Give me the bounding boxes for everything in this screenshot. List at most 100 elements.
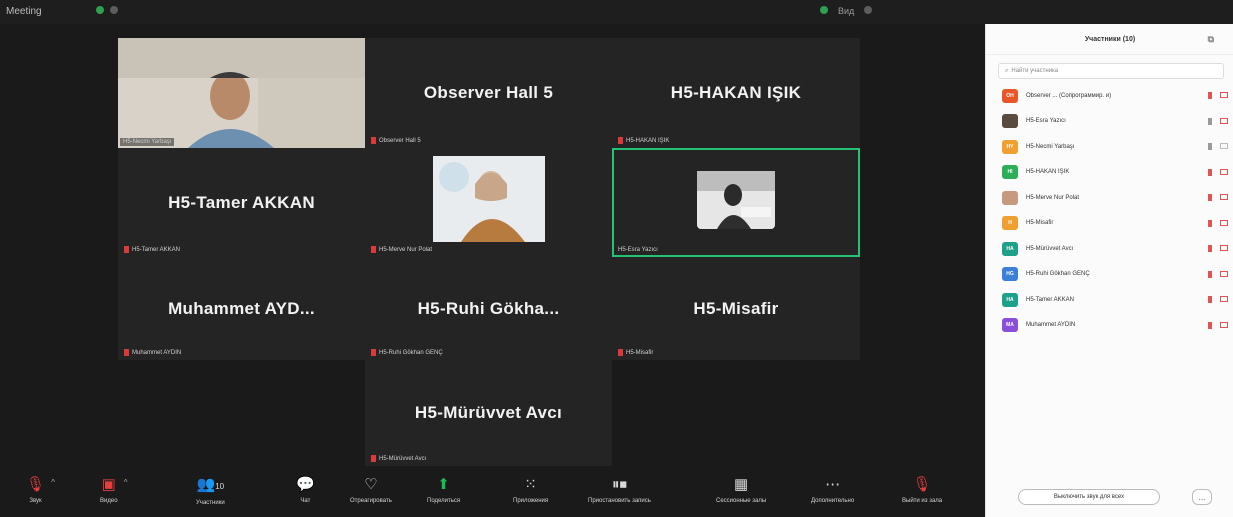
participants-button[interactable]: 👥10 Участники bbox=[196, 476, 225, 506]
chevron-up-icon[interactable]: ^ bbox=[124, 478, 128, 487]
participant-name-tag: Muhammet AYDIN bbox=[124, 349, 181, 356]
video-tile[interactable]: H5-Necmi Yarbaşı bbox=[118, 38, 365, 148]
video-tile[interactable]: H5-Ruhi Gökha... H5-Ruhi Gökhan GENÇ bbox=[365, 257, 612, 360]
muted-mic-icon[interactable] bbox=[1208, 270, 1212, 278]
video-tile[interactable]: H5-Merve Nur Polat bbox=[365, 148, 612, 257]
video-tile[interactable]: Muhammet AYD... Muhammet AYDIN bbox=[118, 257, 365, 360]
avatar: HI bbox=[1002, 165, 1018, 180]
participant-name-tag: H5-Mürüvvet Avcı bbox=[371, 455, 426, 462]
participant-row[interactable]: HA H5-Mürüvvet Avcı bbox=[986, 236, 1233, 262]
mic-icon[interactable] bbox=[1208, 143, 1212, 150]
more-button[interactable]: ⋯ Дополнительно bbox=[811, 476, 854, 504]
titlebar-icons bbox=[96, 6, 118, 14]
video-off-icon[interactable] bbox=[1220, 321, 1228, 328]
search-participants-input[interactable]: ⌕ Найти участника bbox=[998, 63, 1224, 79]
video-off-icon[interactable] bbox=[1220, 296, 1228, 302]
mute-button[interactable]: 🎙 Звук ^ bbox=[26, 476, 55, 504]
muted-mic-icon[interactable] bbox=[1208, 296, 1212, 303]
participant-row[interactable]: MA Muhammet AYDIN bbox=[986, 313, 1233, 339]
avatar: H bbox=[1002, 216, 1018, 231]
pause-stop-icon: ⏸⏹ bbox=[611, 476, 627, 493]
video-off-icon[interactable] bbox=[1220, 270, 1228, 277]
pause-recording-button[interactable]: ⏸⏹ Приостановить запись bbox=[588, 476, 651, 504]
video-tile[interactable]: Observer Hall 5 Observer Hall 5 bbox=[365, 38, 612, 148]
participant-row[interactable]: HG H5-Ruhi Gökhan GENÇ bbox=[986, 262, 1233, 288]
participant-row[interactable]: H5-Merve Nur Polat bbox=[986, 185, 1233, 211]
chat-button[interactable]: 💬 Чат bbox=[296, 476, 315, 504]
participant-name-tag: H5-Merve Nur Polat bbox=[371, 246, 432, 253]
muted-mic-icon bbox=[371, 455, 376, 462]
muted-mic-icon[interactable] bbox=[1208, 92, 1212, 99]
participant-big-name: H5-Misafir bbox=[693, 298, 779, 318]
popout-icon[interactable]: ⧉ bbox=[1208, 34, 1214, 45]
avatar: HG bbox=[1002, 267, 1018, 282]
participant-row[interactable]: HY H5-Necmi Yarbaşı bbox=[986, 134, 1233, 160]
mute-all-button[interactable]: Выключить звук для всех bbox=[1018, 489, 1160, 505]
muted-mic-icon[interactable] bbox=[1208, 219, 1212, 227]
participant-name-tag: H5-Misafir bbox=[618, 349, 653, 356]
video-button[interactable]: ▣ Видео ^ bbox=[100, 476, 128, 504]
participant-row[interactable]: H5-Esra Yazıcı bbox=[986, 109, 1233, 135]
participant-big-name: H5-Mürüvvet Avcı bbox=[414, 403, 563, 422]
avatar: HA bbox=[1002, 292, 1018, 307]
muted-microphone-icon: 🎙 bbox=[26, 476, 46, 493]
muted-mic-icon[interactable] bbox=[1208, 194, 1212, 201]
participant-video bbox=[697, 171, 775, 229]
participant-name-tag: H5-HAKAN IŞIK bbox=[618, 137, 669, 144]
view-menu[interactable]: Вид bbox=[838, 6, 854, 16]
video-tile-active-speaker[interactable]: H5-Esra Yazıcı bbox=[612, 148, 860, 257]
fullscreen-icon[interactable] bbox=[864, 6, 873, 14]
muted-mic-icon bbox=[124, 246, 129, 253]
more-icon: ⋯ bbox=[825, 476, 841, 493]
avatar bbox=[1002, 114, 1018, 129]
video-off-icon[interactable] bbox=[1220, 194, 1228, 200]
video-tile[interactable]: H5-HAKAN IŞIK H5-HAKAN IŞIK bbox=[612, 38, 860, 148]
muted-mic-icon[interactable] bbox=[1208, 321, 1212, 329]
video-off-icon[interactable] bbox=[1220, 92, 1228, 98]
react-button[interactable]: ♡ Отреагировать bbox=[350, 476, 392, 504]
muted-mic-icon bbox=[124, 349, 129, 356]
window-title: Meeting bbox=[6, 6, 42, 17]
muted-mic-icon bbox=[618, 137, 623, 144]
chevron-up-icon[interactable]: ^ bbox=[51, 478, 55, 487]
security-icon[interactable] bbox=[96, 6, 104, 14]
video-tile[interactable]: H5-Mürüvvet Avcı H5-Mürüvvet Avcı bbox=[365, 360, 612, 466]
zoom-window: Meeting Вид H5-Necmi Yarbaşı Observer Ha… bbox=[0, 0, 1233, 517]
video-off-icon: ▣ bbox=[101, 476, 116, 493]
participants-icon: 👥10 bbox=[196, 476, 225, 493]
participant-name-tag: H5-Ruhi Gökhan GENÇ bbox=[371, 349, 443, 356]
apps-button[interactable]: ⁙ Приложения bbox=[513, 476, 548, 504]
participant-name-tag: H5-Esra Yazıcı bbox=[618, 247, 658, 253]
video-off-icon[interactable] bbox=[1220, 117, 1228, 124]
video-off-icon[interactable] bbox=[1220, 245, 1228, 251]
muted-mic-icon[interactable] bbox=[1208, 168, 1212, 176]
share-screen-button[interactable]: ⬆ Поделиться bbox=[427, 476, 460, 504]
leave-room-button[interactable]: 🎙 Выйти из зала bbox=[902, 476, 942, 504]
participants-list: OH Observer ... (Сопрограммир. и) H5-Esr… bbox=[986, 83, 1233, 338]
info-icon[interactable] bbox=[110, 6, 118, 14]
panel-header: Участники (10) ⧉ bbox=[986, 24, 1233, 55]
breakout-rooms-button[interactable]: ▦ Сессионные залы bbox=[716, 476, 766, 504]
heart-icon: ♡ bbox=[364, 476, 378, 493]
muted-mic-icon bbox=[618, 349, 623, 356]
connection-icon bbox=[820, 6, 828, 14]
participant-video bbox=[433, 156, 545, 242]
participant-big-name: Muhammet AYD... bbox=[168, 298, 315, 318]
panel-more-button[interactable]: ... bbox=[1192, 489, 1212, 505]
mic-icon[interactable] bbox=[1208, 117, 1212, 125]
muted-mic-icon[interactable] bbox=[1208, 245, 1212, 252]
participant-name-tag: Observer Hall 5 bbox=[371, 137, 421, 144]
video-off-icon[interactable] bbox=[1220, 219, 1228, 226]
participant-row[interactable]: H H5-Misafir bbox=[986, 211, 1233, 237]
participant-row[interactable]: OH Observer ... (Сопрограммир. и) bbox=[986, 83, 1233, 109]
video-off-icon[interactable] bbox=[1220, 168, 1228, 175]
video-tile[interactable]: H5-Misafir H5-Misafir bbox=[612, 257, 860, 360]
participant-row[interactable]: HI H5-HAKAN IŞIK bbox=[986, 160, 1233, 186]
video-icon[interactable] bbox=[1220, 143, 1228, 149]
avatar: OH bbox=[1002, 88, 1018, 103]
participant-row[interactable]: HA H5-Tamer AKKAN bbox=[986, 287, 1233, 313]
video-tile[interactable]: H5-Tamer AKKAN H5-Tamer AKKAN bbox=[118, 148, 365, 257]
apps-icon: ⁙ bbox=[524, 476, 537, 493]
participants-panel: Участники (10) ⧉ ⌕ Найти участника OH Ob… bbox=[985, 24, 1233, 517]
participant-big-name: H5-Tamer AKKAN bbox=[168, 192, 315, 212]
